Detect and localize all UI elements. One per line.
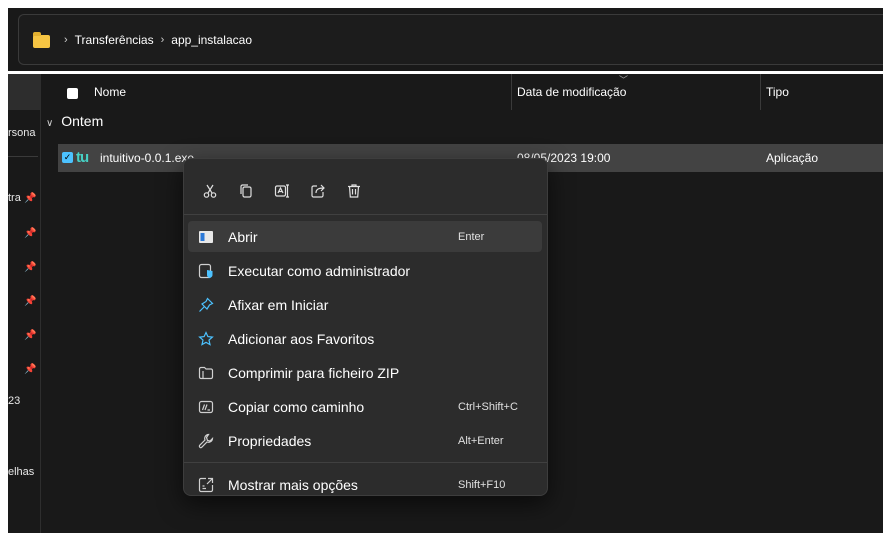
menu-item-label: Mostrar mais opções — [228, 477, 358, 493]
menu-item-shortcut: Ctrl+Shift+C — [458, 401, 518, 413]
more-options-icon — [198, 477, 214, 493]
wrench-icon — [198, 433, 214, 449]
menu-item-abrir[interactable]: Abrir Enter — [188, 221, 542, 252]
file-explorer-window: › Transferências › app_instalacao rsona … — [8, 8, 883, 533]
sidebar-divider — [8, 156, 38, 157]
group-header[interactable]: ∨ Ontem — [46, 113, 103, 129]
menu-item-label: Adicionar aos Favoritos — [228, 331, 375, 347]
share-icon[interactable] — [306, 179, 330, 203]
menu-item-comprimir-zip[interactable]: Comprimir para ficheiro ZIP — [188, 357, 542, 388]
zip-folder-icon — [198, 365, 214, 381]
menu-item-copiar-caminho[interactable]: Copiar como caminho Ctrl+Shift+C — [188, 391, 542, 422]
copy-path-icon — [198, 399, 214, 415]
group-label: Ontem — [61, 113, 104, 129]
menu-item-shortcut: Shift+F10 — [458, 479, 506, 491]
breadcrumb-separator: › — [64, 34, 68, 46]
rename-icon[interactable] — [270, 179, 294, 203]
app-icon: tu — [76, 149, 89, 166]
sidebar-item-personal[interactable]: rsona — [8, 127, 36, 139]
star-icon — [198, 331, 214, 347]
chevron-down-icon: ∨ — [46, 118, 54, 129]
pin-icon: 📌 — [24, 364, 37, 375]
menu-item-label: Executar como administrador — [228, 263, 411, 279]
pin-icon: 📌 — [24, 296, 37, 307]
select-all-checkbox[interactable] — [67, 88, 78, 99]
sidebar-item-23[interactable]: 23 — [8, 395, 20, 407]
navigation-pane: rsona tra 📌 📌 📌 📌 📌 📌 23 elhas — [8, 74, 40, 533]
column-divider[interactable] — [511, 74, 512, 110]
breadcrumb-item-transferencias[interactable]: Transferências — [75, 33, 154, 47]
file-type: Aplicação — [766, 151, 819, 165]
menu-item-shortcut: Alt+Enter — [458, 435, 504, 447]
menu-separator — [184, 462, 547, 463]
delete-icon[interactable] — [342, 179, 366, 203]
breadcrumb: › Transferências › app_instalacao — [57, 33, 252, 47]
file-name: intuitivo-0.0.1.exe — [100, 151, 195, 165]
menu-item-label: Abrir — [228, 229, 258, 245]
sidebar-item-elhas[interactable]: elhas — [8, 466, 34, 478]
menu-item-propriedades[interactable]: Propriedades Alt+Enter — [188, 425, 542, 456]
pin-icon: 📌 — [24, 330, 37, 341]
menu-item-label: Propriedades — [228, 433, 312, 449]
address-bar[interactable]: › Transferências › app_instalacao — [18, 14, 883, 65]
menu-item-favoritos[interactable]: Adicionar aos Favoritos — [188, 323, 542, 354]
sidebar-item-other[interactable]: tra — [8, 192, 21, 204]
copy-icon[interactable] — [234, 179, 258, 203]
menu-item-label: Comprimir para ficheiro ZIP — [228, 365, 400, 381]
column-header-type[interactable]: Tipo — [766, 85, 789, 99]
sidebar-header — [8, 74, 40, 110]
breadcrumb-separator: › — [160, 34, 165, 46]
context-menu-toolbar — [198, 179, 366, 203]
menu-item-executar-admin[interactable]: Executar como administrador — [188, 255, 542, 286]
folder-icon — [33, 32, 50, 48]
column-header-row: Nome ﹀ Data de modificação Tipo — [41, 74, 883, 110]
sidebar-border — [40, 74, 41, 533]
column-header-date[interactable]: Data de modificação — [517, 85, 626, 99]
pin-icon: 📌 — [24, 262, 37, 273]
menu-item-shortcut: Enter — [458, 231, 485, 243]
file-checkbox[interactable]: ✓ — [62, 152, 73, 163]
breadcrumb-item-app-instalacao[interactable]: app_instalacao — [171, 33, 252, 47]
cut-icon[interactable] — [198, 179, 222, 203]
pin-icon: 📌 — [24, 228, 37, 239]
column-header-name[interactable]: Nome — [94, 85, 126, 99]
menu-item-afixar-iniciar[interactable]: Afixar em Iniciar — [188, 289, 542, 320]
column-divider[interactable] — [760, 74, 761, 110]
menu-item-label: Copiar como caminho — [228, 399, 365, 415]
pin-icon: 📌 — [24, 193, 37, 204]
context-menu: Abrir Enter Executar como administrador … — [183, 158, 548, 496]
open-app-icon — [198, 229, 214, 245]
menu-separator — [184, 214, 547, 215]
menu-item-label: Afixar em Iniciar — [228, 297, 329, 313]
menu-item-mais-opcoes[interactable]: Mostrar mais opções Shift+F10 — [188, 469, 542, 500]
pin-icon — [198, 297, 214, 313]
admin-shield-icon — [198, 263, 214, 279]
